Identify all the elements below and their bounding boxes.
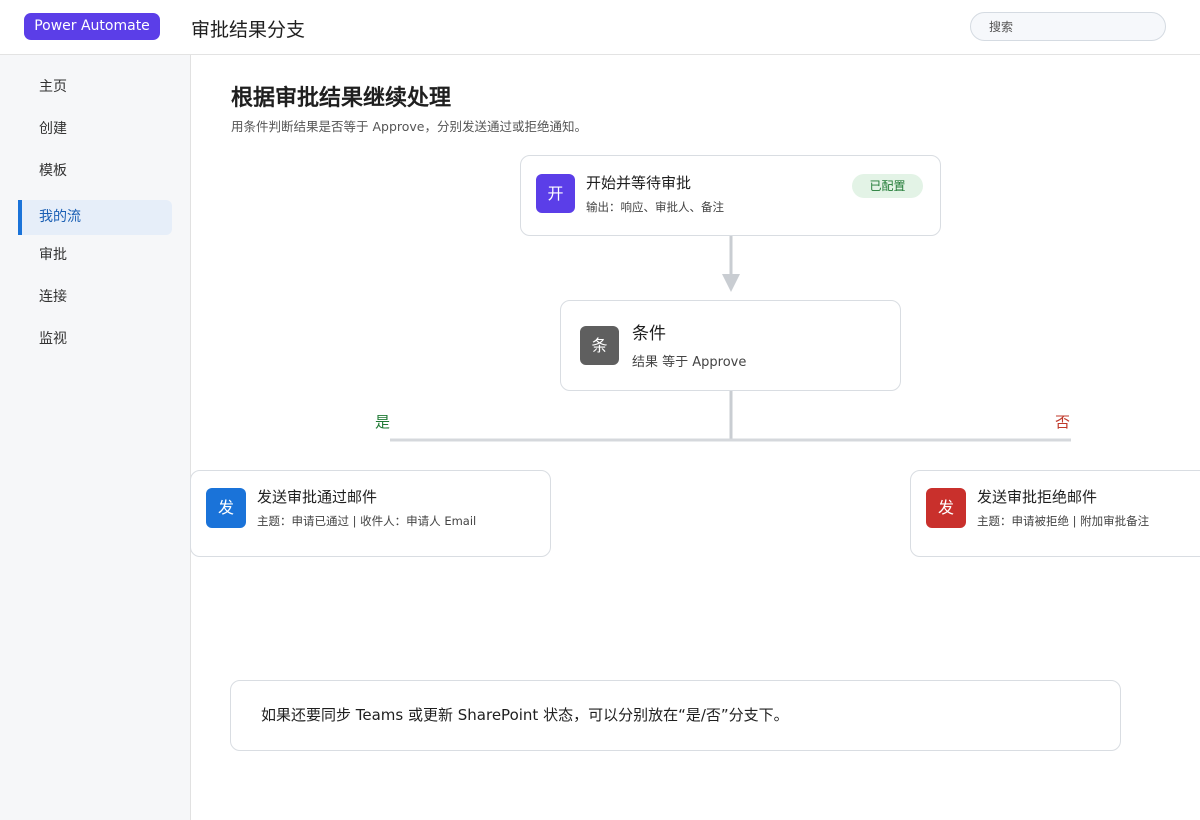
condition-description: 结果 等于 Approve (632, 355, 747, 370)
reject-email-description: 主题：申请被拒绝 | 附加审批备注 (977, 514, 1150, 528)
start-icon-glyph: 开 (547, 184, 564, 203)
branch-yes-label: 是 (375, 413, 391, 431)
reject-email-card[interactable]: 发 发送审批拒绝邮件 主题：申请被拒绝 | 附加审批备注 (910, 470, 1200, 557)
condition-title: 条件 (632, 324, 666, 344)
arrow-down-icon (722, 274, 740, 292)
trigger-title: 开始并等待审批 (586, 174, 692, 192)
info-note: 如果还要同步 Teams 或更新 SharePoint 状态，可以分别放在“是/… (230, 680, 1121, 751)
reject-email-title: 发送审批拒绝邮件 (977, 488, 1098, 506)
condition-icon: 条 (580, 326, 619, 365)
approve-email-title: 发送审批通过邮件 (257, 488, 378, 506)
send-mail-icon: 发 (206, 488, 246, 528)
condition-card[interactable]: 条 条件 结果 等于 Approve (560, 300, 901, 391)
send-mail-icon: 发 (926, 488, 966, 528)
condition-icon-glyph: 条 (591, 336, 608, 355)
status-badge: 已配置 (852, 174, 923, 198)
start-icon: 开 (536, 174, 575, 213)
approve-email-card[interactable]: 发 发送审批通过邮件 主题：申请已通过 | 收件人：申请人 Email (190, 470, 551, 557)
trigger-card[interactable]: 开 开始并等待审批 输出：响应、审批人、备注 已配置 (520, 155, 941, 236)
send-mail-icon-glyph: 发 (217, 498, 234, 517)
approve-email-description: 主题：申请已通过 | 收件人：申请人 Email (257, 514, 477, 528)
send-mail-icon-glyph: 发 (937, 498, 954, 517)
branch-no-label: 否 (1055, 413, 1071, 431)
trigger-description: 输出：响应、审批人、备注 (586, 200, 724, 214)
